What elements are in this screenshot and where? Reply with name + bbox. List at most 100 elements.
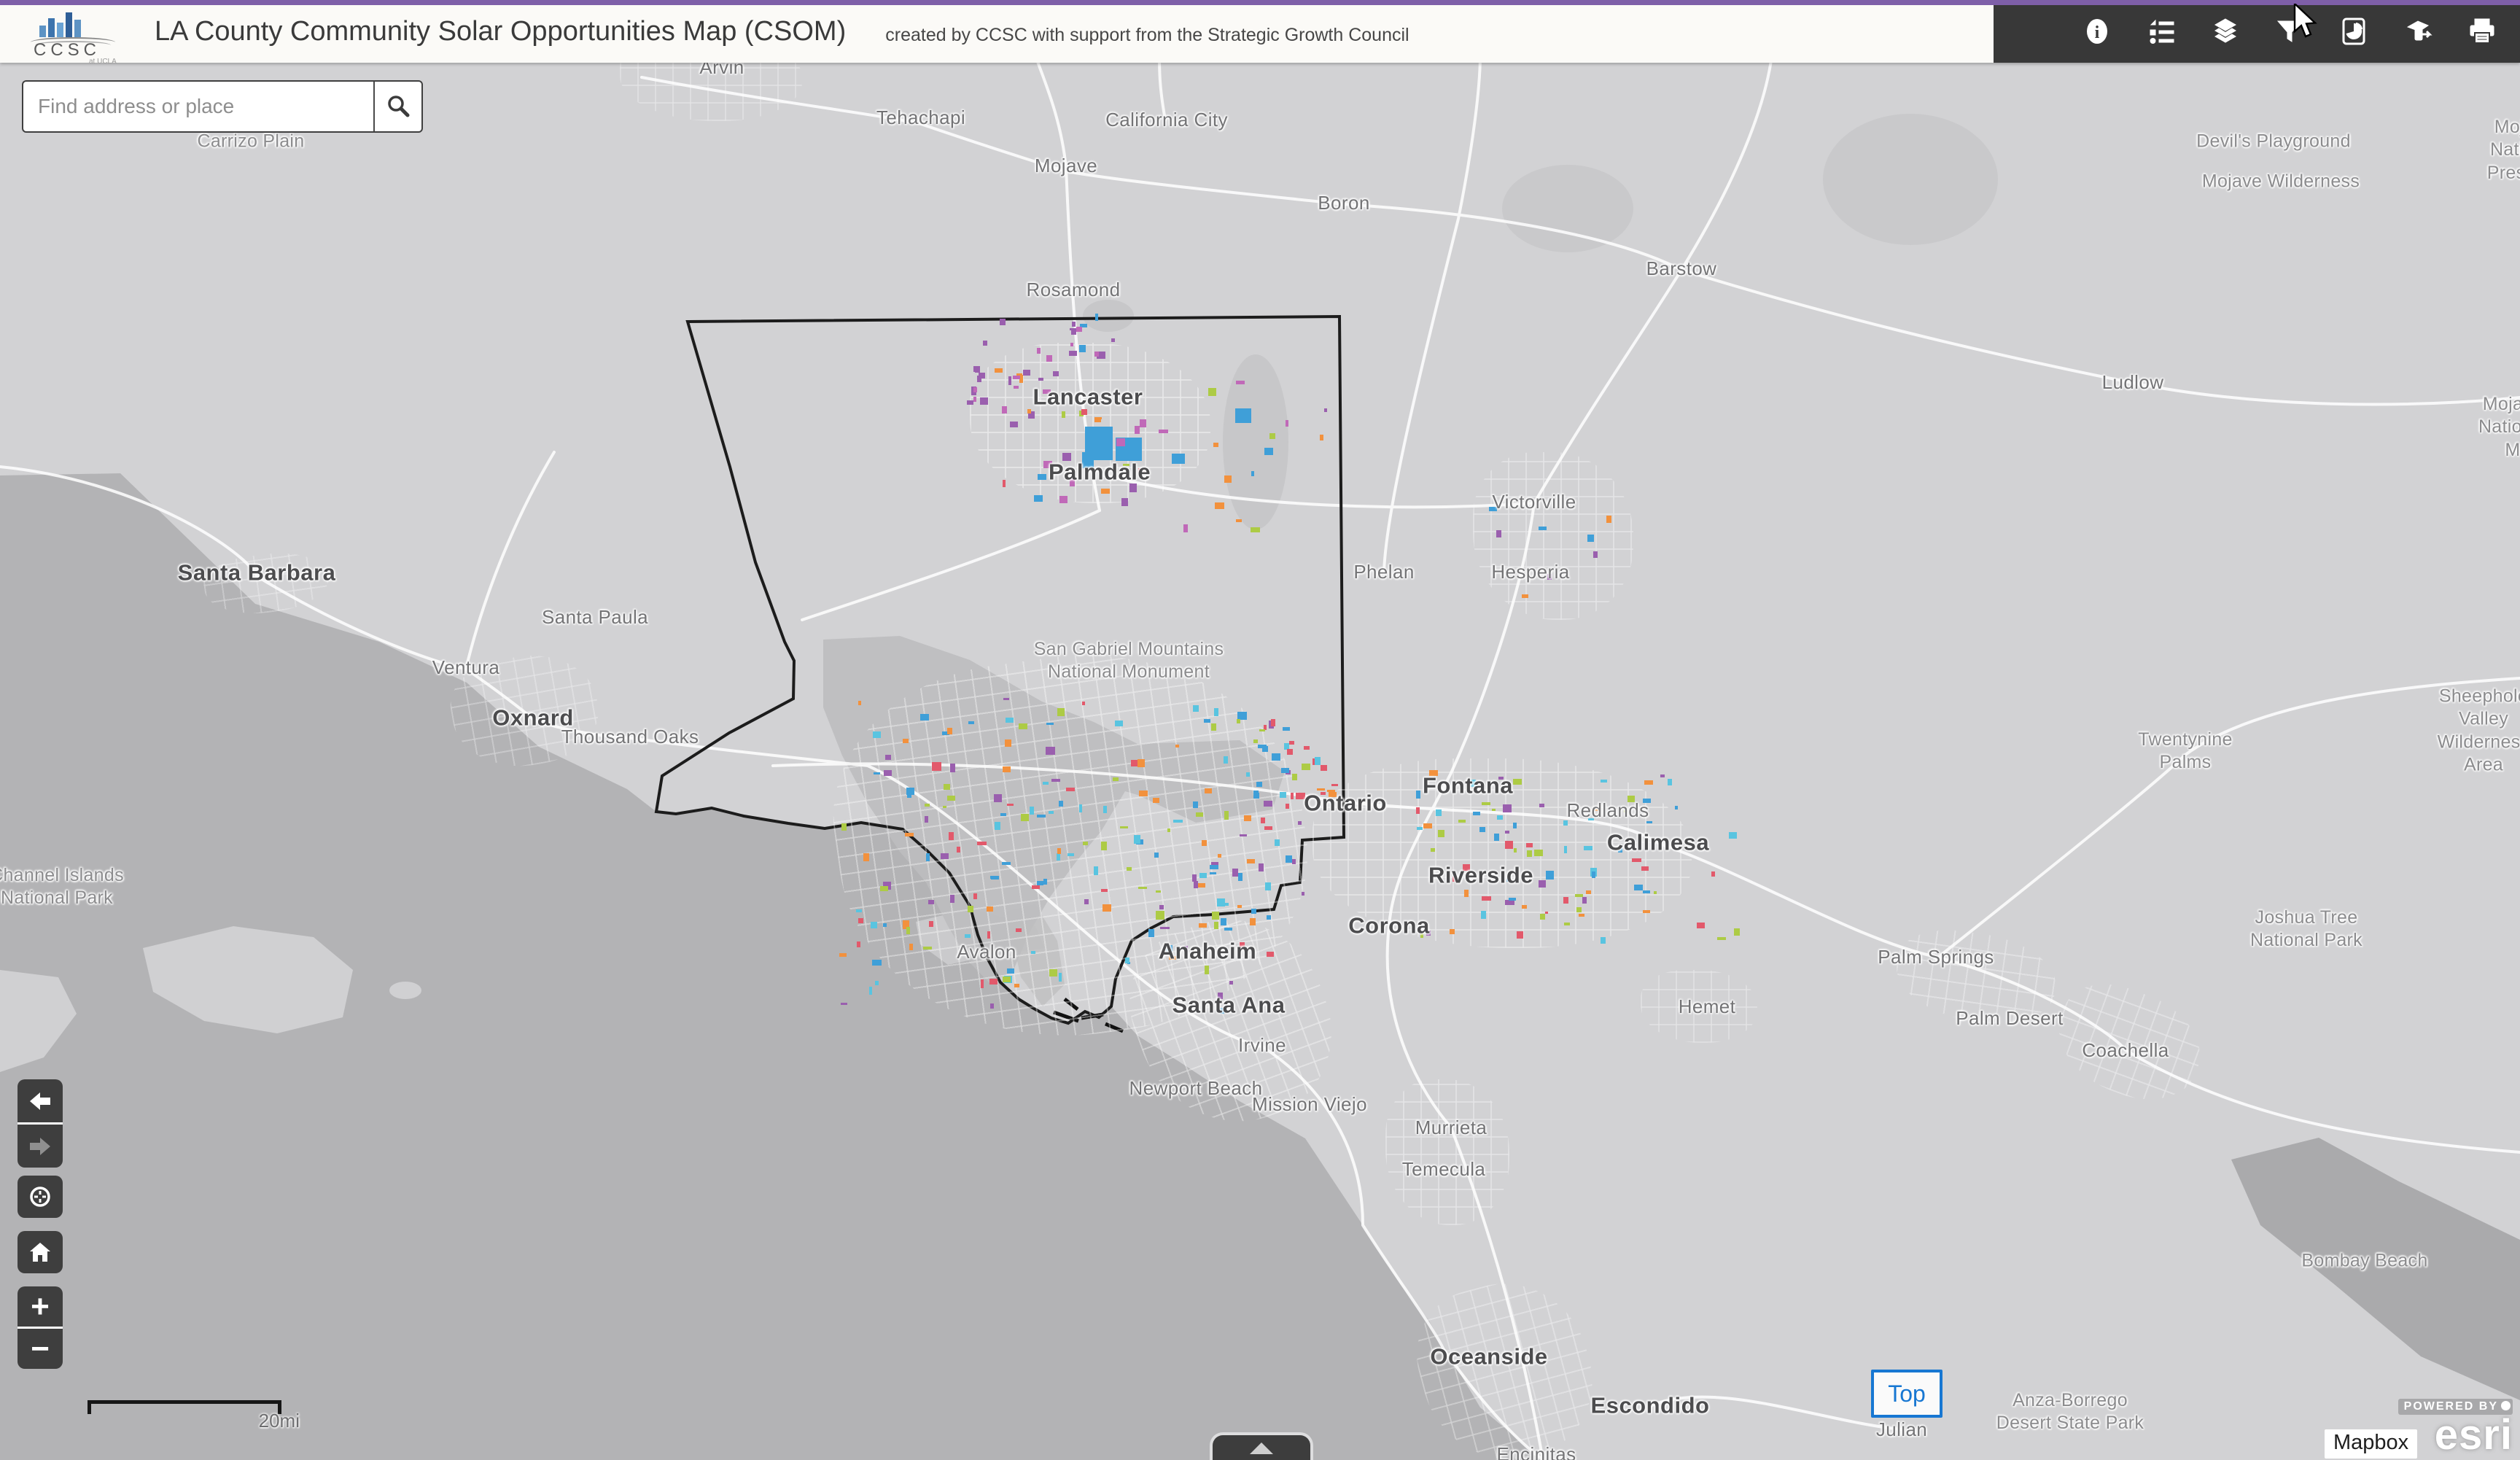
solar-parcel: [1517, 931, 1523, 939]
map-canvas[interactable]: LancasterPalmdaleSanta BarbaraOxnardOnta…: [0, 63, 2520, 1460]
solar-parcel: [1634, 885, 1642, 890]
map-label: Irvine: [1238, 1033, 1286, 1057]
locate-button[interactable]: [18, 1176, 63, 1218]
solar-parcel: [1103, 806, 1106, 813]
solar-parcel: [1101, 489, 1110, 493]
solar-parcel: [1002, 862, 1011, 865]
solar-parcel: [1481, 911, 1487, 919]
search-icon: [386, 94, 411, 119]
solar-parcel: [1601, 937, 1606, 944]
print-button[interactable]: [2466, 15, 2498, 47]
solar-parcel: [1101, 889, 1108, 892]
swipe-icon: [2403, 17, 2432, 46]
layers-button[interactable]: [2209, 15, 2241, 47]
solar-parcel: [1246, 772, 1250, 777]
top-button[interactable]: Top: [1871, 1370, 1942, 1418]
filter-button[interactable]: [2274, 15, 2306, 47]
solar-parcel: [1138, 887, 1146, 890]
legend-button[interactable]: [2145, 15, 2177, 47]
solar-parcel: [1082, 702, 1085, 705]
zoom-in-button[interactable]: +: [18, 1286, 63, 1329]
zoom-out-button[interactable]: −: [18, 1329, 63, 1369]
solar-parcel: [1049, 969, 1057, 976]
solar-parcel: [977, 842, 987, 845]
solar-parcel: [1539, 880, 1547, 888]
solar-parcel: [973, 397, 976, 402]
map-label: Temecula: [1402, 1157, 1485, 1181]
page-subtitle: created by CCSC with support from the St…: [885, 25, 1409, 46]
solar-parcel: [1251, 527, 1260, 532]
map-label: Corona: [1348, 912, 1430, 941]
solar-parcel: [1416, 807, 1420, 815]
layers-icon: [2211, 17, 2240, 46]
solar-parcel: [1010, 422, 1018, 427]
solar-parcel: [1032, 885, 1040, 889]
scale-bar: 20mi: [88, 1400, 281, 1414]
solar-parcel: [1509, 898, 1517, 900]
powered-by-label: POWERED BY: [2398, 1399, 2513, 1415]
solar-parcel: [1579, 914, 1584, 917]
map-label: Oceanside: [1430, 1343, 1547, 1372]
forward-button[interactable]: [18, 1122, 63, 1168]
solar-parcel: [1172, 454, 1185, 464]
solar-parcel: [1265, 882, 1271, 890]
home-button[interactable]: [18, 1231, 63, 1273]
info-button[interactable]: i: [2081, 15, 2113, 47]
solar-parcel: [1275, 839, 1280, 846]
chevron-up-icon: [1250, 1442, 1273, 1454]
solar-parcel: [1003, 976, 1011, 982]
solar-parcel: [1482, 802, 1490, 805]
solar-parcel: [989, 979, 998, 985]
map-label: Encinitas: [1496, 1442, 1576, 1460]
solar-parcel: [1259, 863, 1264, 871]
back-button[interactable]: [18, 1079, 63, 1122]
solar-parcel: [1283, 727, 1290, 731]
map-label: Palm Desert: [1956, 1006, 2063, 1030]
solar-parcel: [872, 960, 882, 966]
solar-parcel: [1302, 892, 1304, 896]
solar-parcel: [983, 341, 987, 346]
chart-button[interactable]: [2338, 15, 2370, 47]
solar-parcel: [1503, 804, 1511, 812]
solar-parcel: [1592, 871, 1595, 877]
solar-parcel: [1514, 848, 1517, 853]
scale-label: 20mi: [259, 1410, 300, 1432]
solar-parcel: [975, 368, 980, 373]
map-label: Victorville: [1492, 490, 1576, 514]
swipe-button[interactable]: [2402, 15, 2434, 47]
search-button[interactable]: [373, 82, 421, 131]
solar-parcel: [883, 923, 887, 927]
solar-parcel: [1196, 812, 1203, 817]
esri-logo[interactable]: POWERED BY esri: [2398, 1399, 2513, 1455]
map-label: San Gabriel Mountains National Monument: [1034, 638, 1224, 684]
solar-parcel: [1220, 903, 1229, 906]
solar-parcel: [1505, 900, 1514, 905]
solar-parcel: [1006, 718, 1014, 723]
solar-parcel: [1584, 846, 1592, 850]
solar-parcel: [841, 823, 847, 831]
solar-parcel: [1576, 907, 1582, 912]
solar-parcel: [1193, 801, 1199, 808]
map-label: Joshua Tree National Park: [2250, 906, 2362, 952]
solar-parcel: [925, 804, 930, 807]
accent-stripe: [0, 0, 2520, 5]
search-input[interactable]: [23, 82, 373, 131]
solar-parcel: [1115, 721, 1124, 727]
solar-parcel: [967, 400, 973, 405]
solar-parcel: [1013, 376, 1020, 379]
solar-parcel: [1094, 417, 1101, 422]
attribute-table-expander[interactable]: [1213, 1435, 1310, 1460]
solar-parcel: [1215, 502, 1224, 509]
solar-parcel: [1450, 929, 1455, 934]
solar-parcel: [1292, 859, 1296, 864]
solar-parcel: [1003, 480, 1006, 488]
map-label: Avalon: [957, 940, 1016, 964]
solar-parcel: [1159, 430, 1168, 433]
solar-parcel: [1539, 804, 1544, 807]
solar-parcel: [1043, 782, 1049, 785]
solar-parcel: [1229, 981, 1234, 985]
solar-parcel: [947, 796, 955, 801]
solar-parcel: [1235, 408, 1251, 423]
home-group: [18, 1231, 63, 1273]
solar-parcel: [1066, 788, 1075, 791]
